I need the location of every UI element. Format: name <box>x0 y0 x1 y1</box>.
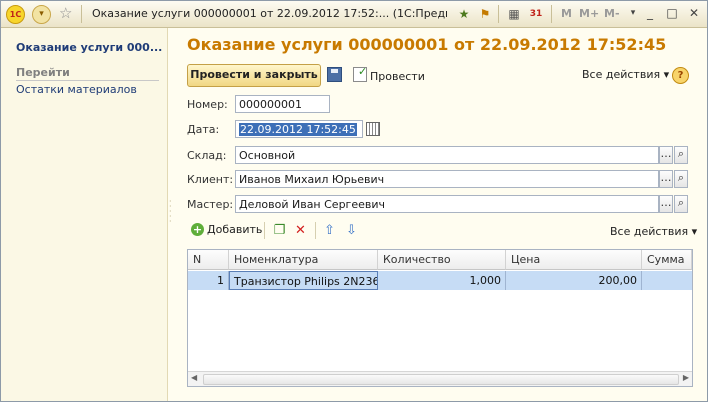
window-menu-chevron-icon[interactable]: ▾ <box>624 5 642 22</box>
memory-m-plus-button[interactable]: M+ <box>579 7 599 20</box>
warehouse-select-button[interactable]: … <box>659 146 673 164</box>
warehouse-label: Склад: <box>187 149 227 162</box>
nav-item-material-balances[interactable]: Остатки материалов <box>16 83 137 96</box>
scroll-right-arrow-icon[interactable]: ▶ <box>683 373 689 382</box>
memory-m-minus-button[interactable]: M- <box>604 7 620 20</box>
nav-document-link[interactable]: Оказание услуги 000... <box>16 41 162 54</box>
column-header-quantity[interactable]: Количество <box>378 250 506 270</box>
calendar-icon[interactable]: 31 <box>528 6 544 22</box>
scrollbar-thumb[interactable] <box>203 374 679 385</box>
title-separator <box>81 5 82 23</box>
title-separator <box>498 5 499 23</box>
nav-group-goto: Перейти <box>16 66 159 81</box>
calendar-picker-icon[interactable] <box>366 122 380 136</box>
toolbar-separator <box>264 222 265 239</box>
copy-row-icon[interactable]: ❐ <box>272 223 287 238</box>
document-window: 1С ▾ ☆ Оказание услуги 000000001 от 22.0… <box>0 0 708 402</box>
column-header-n[interactable]: N <box>188 250 229 270</box>
sum-cell[interactable] <box>642 271 692 290</box>
client-select-button[interactable]: … <box>659 170 673 188</box>
horizontal-scrollbar[interactable]: ◀ ▶ <box>188 371 692 386</box>
save-icon[interactable] <box>327 67 342 82</box>
table-all-actions-menu[interactable]: Все действия ▾ <box>610 225 697 238</box>
post-and-close-button[interactable]: Провести и закрыть <box>187 64 321 87</box>
post-button[interactable]: Провести <box>353 65 425 83</box>
close-button[interactable]: ✕ <box>685 5 703 22</box>
price-cell[interactable]: 200,00 <box>506 271 642 290</box>
post-document-icon <box>353 65 367 82</box>
services-table[interactable]: N Номенклатура Количество Цена Сумма 1 Т… <box>187 249 693 387</box>
table-row[interactable]: 1 Транзистор Philips 2N2369 1,000 200,00 <box>188 271 692 290</box>
app-logo-icon[interactable]: 1С <box>6 5 25 24</box>
panel-splitter-handle[interactable]: · · · · · <box>169 198 173 227</box>
add-row-label: Добавить <box>207 223 263 236</box>
master-open-search-icon[interactable]: ⌕ <box>674 195 688 213</box>
column-header-price[interactable]: Цена <box>506 250 642 270</box>
title-separator <box>551 5 552 23</box>
navigation-panel: Оказание услуги 000... Перейти Остатки м… <box>1 28 168 401</box>
client-label: Клиент: <box>187 173 234 186</box>
all-actions-label: Все действия <box>582 68 661 81</box>
post-button-label: Провести <box>370 70 425 83</box>
master-field[interactable]: Деловой Иван Сергеевич <box>235 195 659 213</box>
page-title: Оказание услуги 000000001 от 22.09.2012 … <box>187 35 667 54</box>
title-bar: 1С ▾ ☆ Оказание услуги 000000001 от 22.0… <box>1 1 707 28</box>
client-open-search-icon[interactable]: ⌕ <box>674 170 688 188</box>
scroll-left-arrow-icon[interactable]: ◀ <box>191 373 197 382</box>
master-select-button[interactable]: … <box>659 195 673 213</box>
maximize-button[interactable]: □ <box>663 5 681 22</box>
date-field-value: 22.09.2012 17:52:45 <box>239 123 357 136</box>
client-field[interactable]: Иванов Михаил Юрьевич <box>235 170 659 188</box>
calculator-icon[interactable]: ▦ <box>506 6 522 22</box>
add-to-favorites-icon[interactable]: ★ <box>456 6 472 22</box>
window-title: Оказание услуги 000000001 от 22.09.2012 … <box>92 7 447 20</box>
quantity-cell[interactable]: 1,000 <box>378 271 506 290</box>
help-icon[interactable]: ? <box>672 67 689 84</box>
row-number-cell[interactable]: 1 <box>188 271 229 290</box>
minimize-button[interactable]: _ <box>641 5 659 22</box>
column-header-sum[interactable]: Сумма <box>642 250 692 270</box>
item-cell[interactable]: Транзистор Philips 2N2369 <box>229 271 378 290</box>
main-menu-button[interactable]: ▾ <box>32 5 51 24</box>
warehouse-open-search-icon[interactable]: ⌕ <box>674 146 688 164</box>
number-label: Номер: <box>187 98 228 111</box>
favorite-star-icon[interactable]: ☆ <box>59 4 72 22</box>
master-label: Мастер: <box>187 198 234 211</box>
delete-row-icon[interactable]: ✕ <box>293 223 308 238</box>
move-down-icon[interactable]: ⇩ <box>344 223 359 238</box>
date-field[interactable]: 22.09.2012 17:52:45 <box>235 120 363 138</box>
add-icon: + <box>191 223 204 236</box>
move-up-icon[interactable]: ⇧ <box>322 223 337 238</box>
toolbar-separator <box>315 222 316 239</box>
all-actions-menu[interactable]: Все действия ▾ <box>582 68 669 81</box>
column-header-item[interactable]: Номенклатура <box>229 250 378 270</box>
warehouse-field[interactable]: Основной <box>235 146 659 164</box>
bookmark-icon[interactable]: ⚑ <box>477 6 493 22</box>
date-label: Дата: <box>187 123 220 136</box>
number-field[interactable]: 000000001 <box>235 95 330 113</box>
table-all-actions-label: Все действия <box>610 225 689 238</box>
add-row-button[interactable]: + Добавить <box>191 223 262 236</box>
memory-m-button[interactable]: M <box>561 7 572 20</box>
